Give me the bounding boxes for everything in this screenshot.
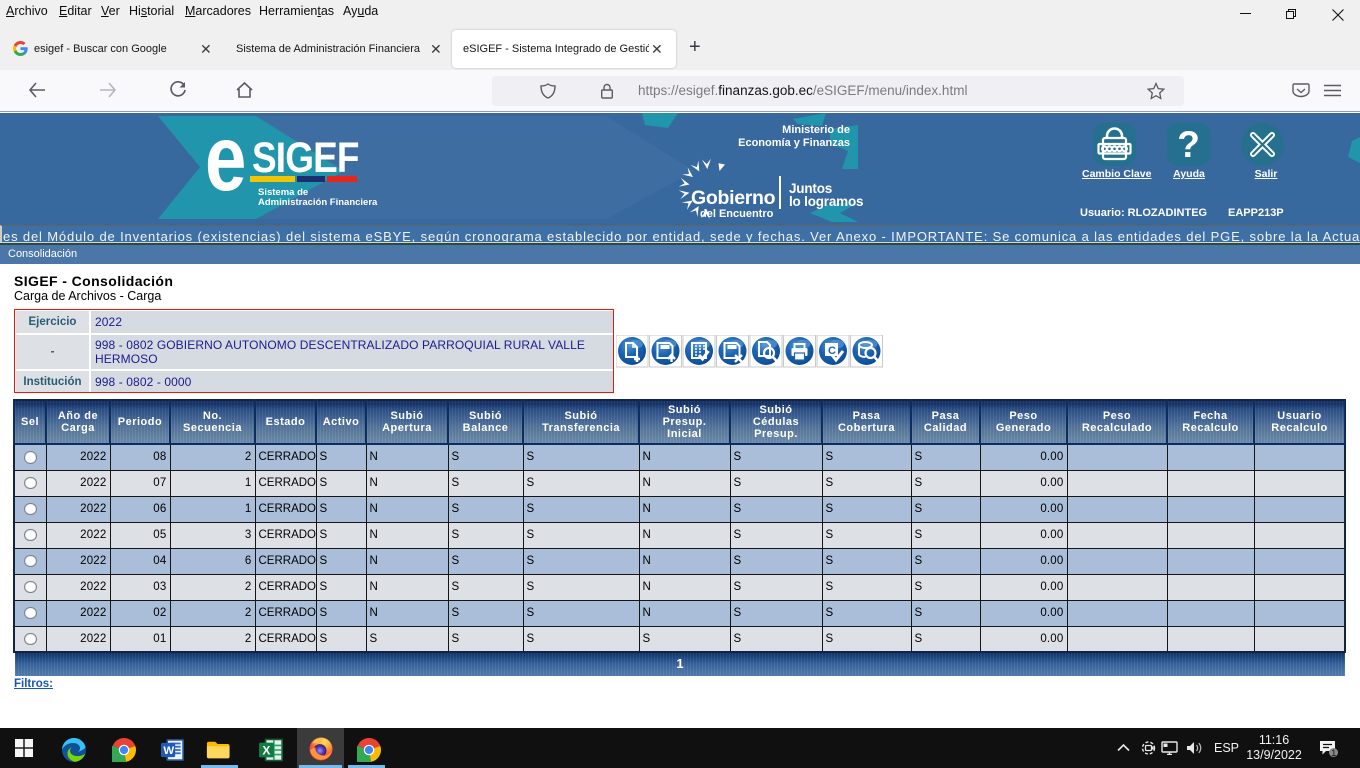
svg-text:X: X — [262, 743, 270, 757]
svg-text:W: W — [163, 745, 174, 757]
svg-text:1: 1 — [1331, 748, 1336, 757]
